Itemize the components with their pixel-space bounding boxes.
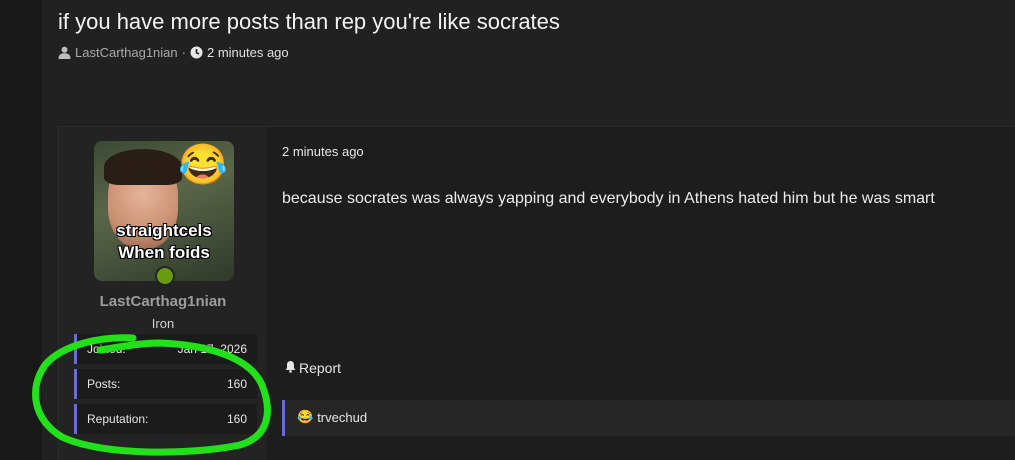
thread-author-link[interactable]: LastCarthag1nian (75, 45, 178, 60)
stat-reputation: Reputation: 160 (74, 404, 257, 434)
laughing-reaction-icon: 😂 (297, 409, 314, 424)
thread-title: if you have more posts than rep you're l… (58, 9, 560, 34)
avatar-hair (104, 149, 182, 185)
avatar[interactable]: 😂 straightcels When foids (94, 141, 234, 281)
stat-reputation-label: Reputation: (87, 412, 149, 426)
avatar-caption-line-1: straightcels (116, 221, 212, 240)
meta-separator: · (181, 45, 186, 60)
clock-icon (190, 46, 203, 59)
post: 😂 straightcels When foids LastCarthag1ni… (58, 126, 1015, 460)
stat-reputation-value: 160 (226, 412, 247, 426)
stat-posts: Posts: 160 (74, 369, 257, 399)
online-status-dot (155, 266, 175, 286)
bell-icon (284, 360, 297, 376)
left-gutter (0, 0, 42, 460)
stat-joined-label: Joined: (87, 342, 126, 356)
thread-meta: LastCarthag1nian · 2 minutes ago (58, 45, 289, 60)
post-username[interactable]: LastCarthag1nian (59, 293, 267, 310)
forum-page: if you have more posts than rep you're l… (0, 0, 1015, 460)
report-label: Report (299, 360, 342, 376)
user-icon (58, 46, 71, 59)
stat-joined: Joined: Jan 17, 2026 (74, 334, 257, 364)
stat-joined-value: Jan 17, 2026 (177, 342, 247, 356)
reaction-item[interactable]: 😂 trvechud (297, 409, 367, 425)
avatar-caption-line-2: When foids (118, 243, 210, 262)
thread-content: if you have more posts than rep you're l… (42, 0, 1015, 460)
post-user-info: 😂 straightcels When foids LastCarthag1ni… (59, 127, 267, 460)
stat-posts-value: 160 (226, 377, 247, 391)
user-rank: Iron (151, 316, 175, 331)
post-body: because socrates was always yapping and … (282, 190, 935, 207)
reaction-user[interactable]: trvechud (317, 410, 367, 425)
stat-posts-label: Posts: (87, 377, 121, 391)
reactions-bar: 😂 trvechud (282, 400, 1015, 436)
report-button[interactable]: Report (284, 360, 341, 376)
post-time-link[interactable]: 2 minutes ago (282, 144, 364, 159)
laughing-emoji-icon: 😂 (178, 143, 228, 187)
thread-time-link[interactable]: 2 minutes ago (207, 45, 289, 60)
